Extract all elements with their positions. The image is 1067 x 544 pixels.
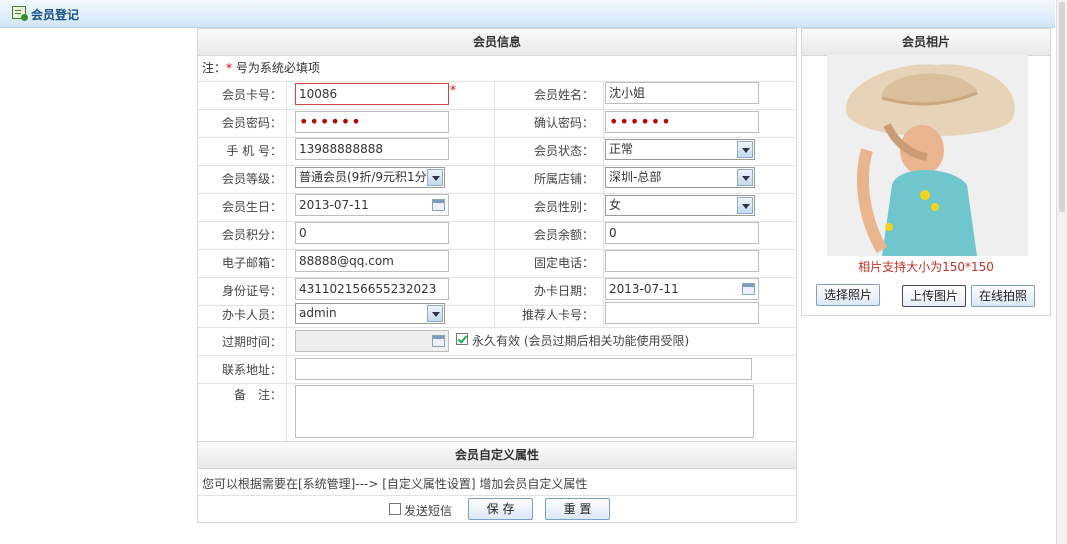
balance-label: 会员余额： <box>533 228 594 242</box>
operator-select[interactable]: admin <box>295 303 445 324</box>
chevron-down-icon[interactable] <box>737 141 753 158</box>
card-no-label: 会员卡号： <box>221 88 282 102</box>
confirm-password-input[interactable]: •••••• <box>605 111 759 133</box>
address-label: 联系地址： <box>221 363 282 377</box>
send-sms-label: 发送短信 <box>404 504 453 518</box>
page-title: 会员登记 <box>31 8 80 22</box>
phone-input[interactable]: 13988888888 <box>295 138 449 160</box>
expire-input[interactable] <box>295 330 449 352</box>
confirm-password-label: 确认密码： <box>533 116 594 130</box>
referrer-label: 推荐人卡号： <box>521 308 594 322</box>
email-label: 电子邮箱： <box>221 256 282 270</box>
tel-label: 固定电话： <box>533 256 594 270</box>
tel-input[interactable] <box>605 250 759 272</box>
calendar-icon[interactable] <box>432 335 445 347</box>
calendar-icon[interactable] <box>742 283 755 295</box>
vertical-scrollbar[interactable] <box>1056 0 1067 544</box>
photo-size-tip: 相片支持大小为150*150 <box>858 260 994 274</box>
member-info-panel: 会员信息 注：* 号为系统必填项 会员卡号： 10086 * 会员姓名： 沈小姐… <box>197 28 797 523</box>
level-select[interactable]: 普通会员(9折/9元积1分 <box>295 167 445 188</box>
balance-input[interactable]: 0 <box>605 222 759 244</box>
idcard-input[interactable]: 431102156655232023 <box>295 278 449 300</box>
birthday-input[interactable]: 2013-07-11 <box>295 194 449 216</box>
save-button[interactable]: 保 存 <box>468 498 533 520</box>
password-label: 会员密码： <box>221 116 282 130</box>
points-label: 会员积分： <box>221 228 282 242</box>
remark-label: 备 注： <box>233 388 282 402</box>
member-photo-title: 会员相片 <box>802 29 1050 56</box>
send-sms-checkbox[interactable] <box>389 503 401 515</box>
member-photo-panel: 会员相片 相片支持大小为150*150 选择照片 上传图片 在线拍照 <box>801 28 1051 316</box>
woman-with-hat-photo <box>827 55 1028 256</box>
gender-select[interactable]: 女 <box>605 195 755 216</box>
address-input[interactable] <box>295 358 752 380</box>
points-input[interactable]: 0 <box>295 222 449 244</box>
idcard-label: 身份证号： <box>221 284 282 298</box>
custom-attributes-hint: 您可以根据需要在[系统管理]---> [自定义属性设置] 增加会员自定义属性 <box>202 477 588 491</box>
required-note: 注：* 号为系统必填项 <box>202 61 320 75</box>
forever-valid-label: 永久有效 (会员过期后相关功能使用受限) <box>472 334 690 348</box>
online-capture-button[interactable]: 在线拍照 <box>971 285 1035 307</box>
forever-valid-checkbox[interactable] <box>456 333 468 345</box>
name-label: 会员姓名： <box>533 88 594 102</box>
card-no-required-mark: * <box>450 83 456 97</box>
calendar-icon[interactable] <box>432 199 445 211</box>
store-label: 所属店铺： <box>533 172 594 186</box>
upload-photo-button[interactable]: 上传图片 <box>902 285 966 307</box>
expire-label: 过期时间： <box>221 335 282 349</box>
chevron-down-icon[interactable] <box>427 169 443 186</box>
operator-label: 办卡人员： <box>221 308 282 322</box>
card-no-input[interactable]: 10086 <box>295 83 449 105</box>
custom-attributes-title: 会员自定义属性 <box>198 441 796 469</box>
choose-photo-button[interactable]: 选择照片 <box>816 284 880 306</box>
birthday-label: 会员生日： <box>221 200 282 214</box>
level-label: 会员等级： <box>221 172 282 186</box>
name-input[interactable]: 沈小姐 <box>605 82 759 104</box>
status-label: 会员状态： <box>533 144 594 158</box>
referrer-input[interactable] <box>605 302 759 324</box>
password-input[interactable]: •••••• <box>295 111 449 133</box>
issue-date-label: 办卡日期： <box>533 284 594 298</box>
chevron-down-icon[interactable] <box>427 305 443 322</box>
chevron-down-icon[interactable] <box>737 169 753 186</box>
issue-date-input[interactable]: 2013-07-11 <box>605 278 759 300</box>
chevron-down-icon[interactable] <box>737 197 753 214</box>
phone-label: 手 机 号： <box>226 144 282 158</box>
gender-label: 会员性别： <box>533 200 594 214</box>
remark-textarea[interactable] <box>295 385 754 438</box>
store-select[interactable]: 深圳-总部 <box>605 167 755 188</box>
email-input[interactable]: 88888@qq.com <box>295 250 449 272</box>
title-bar: 会员登记 <box>0 0 1055 28</box>
reset-button[interactable]: 重 置 <box>545 498 610 520</box>
scrollbar-thumb[interactable] <box>1059 2 1065 212</box>
member-register-icon <box>12 6 28 21</box>
member-photo <box>827 55 1028 256</box>
member-info-title: 会员信息 <box>198 29 796 56</box>
status-select[interactable]: 正常 <box>605 139 755 160</box>
